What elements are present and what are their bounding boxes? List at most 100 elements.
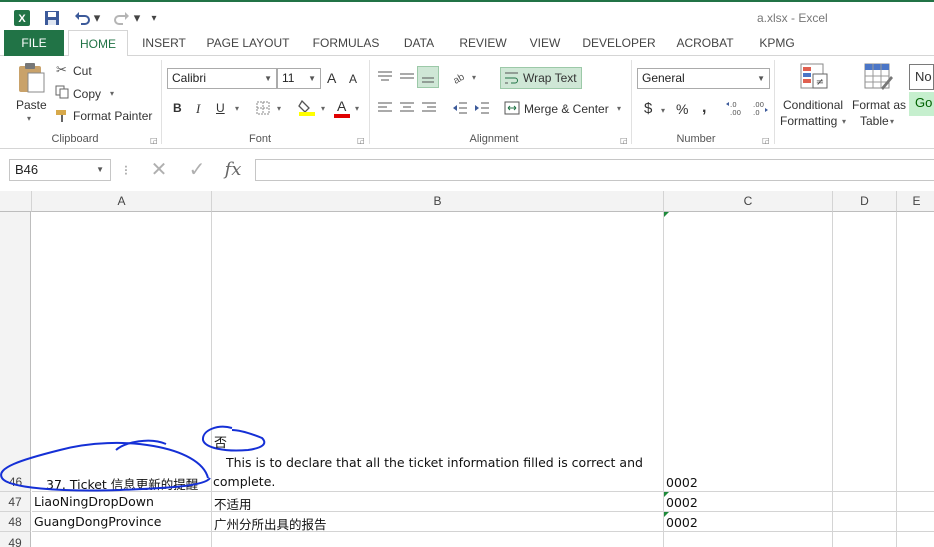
shrink-font-button[interactable]: A [349,72,357,86]
cut-button[interactable]: Cut [73,64,92,78]
format-as-table-label-1[interactable]: Format as [852,98,906,112]
font-launcher-icon[interactable]: ◲ [357,136,365,145]
tab-home[interactable]: HOME [68,30,128,57]
number-format-select[interactable]: General ▼ [637,68,770,89]
align-left-icon[interactable] [377,101,393,118]
decrease-decimal-icon[interactable]: .00.0 [750,99,768,120]
format-as-table-icon[interactable] [863,62,893,95]
orientation-icon[interactable]: ab [451,68,470,87]
comma-style-button[interactable]: , [702,99,706,117]
font-color-dropdown-icon[interactable]: ▾ [355,104,359,113]
tab-developer[interactable]: DEVELOPER [580,30,658,56]
column-header-e[interactable]: E [897,191,934,212]
cell-c48[interactable]: 0002 [666,515,698,530]
paste-dropdown-icon[interactable]: ▾ [27,114,31,123]
tab-formulas[interactable]: FORMULAS [305,30,387,56]
insert-function-icon[interactable]: fx [218,159,248,181]
cell-b46-line2[interactable]: complete. [213,474,275,489]
row-header-48[interactable]: 48 [0,512,31,532]
style-normal[interactable]: No [909,64,934,90]
increase-decimal-icon[interactable]: .0.00 [726,99,744,120]
enter-icon[interactable]: ✓ [184,159,210,181]
cut-icon[interactable]: ✂ [56,62,67,78]
fill-color-icon[interactable] [298,98,316,119]
currency-button[interactable]: $ [644,100,652,117]
copy-dropdown-icon[interactable]: ▾ [110,89,114,98]
percent-button[interactable]: % [676,101,688,117]
underline-dropdown-icon[interactable]: ▾ [235,104,239,113]
currency-dropdown-icon[interactable]: ▾ [661,106,665,115]
column-header-a[interactable]: A [32,191,212,212]
undo-icon[interactable] [72,8,92,28]
grow-font-button[interactable]: A [327,70,336,86]
format-as-table-label-2[interactable]: Table [860,114,889,128]
number-launcher-icon[interactable]: ◲ [762,136,770,145]
borders-icon[interactable] [256,101,270,118]
paste-button[interactable]: Paste [16,98,47,112]
font-name-select[interactable]: Calibri ▼ [167,68,277,89]
conditional-formatting-dropdown-icon[interactable]: ▾ [842,117,846,126]
merge-center-dropdown-icon[interactable]: ▾ [617,104,621,113]
cell-b48[interactable]: 广州分所出具的报告 [214,514,327,533]
copy-button[interactable]: Copy [73,87,101,101]
orientation-dropdown-icon[interactable]: ▾ [472,73,476,82]
align-center-icon[interactable] [399,101,415,118]
alignment-launcher-icon[interactable]: ◲ [620,136,628,145]
underline-button[interactable]: U [216,101,225,115]
cell-a48[interactable]: GuangDongProvince [34,514,161,529]
borders-dropdown-icon[interactable]: ▾ [277,104,281,113]
column-header-d[interactable]: D [833,191,897,212]
tab-kpmg[interactable]: KPMG [752,30,802,56]
row-header-47[interactable]: 47 [0,492,31,512]
align-bottom-icon[interactable] [417,66,439,88]
tab-acrobat[interactable]: ACROBAT [670,30,740,56]
merge-center-icon[interactable] [504,101,520,118]
cancel-icon[interactable]: ✕ [146,159,172,181]
cell-a47[interactable]: LiaoNingDropDown [34,494,154,509]
format-painter-button[interactable]: Format Painter [73,109,152,123]
row-header-49[interactable]: 49 [0,532,31,547]
customize-quick-access-icon[interactable]: ▾ [148,8,160,28]
column-header-c[interactable]: C [664,191,833,212]
align-middle-icon[interactable] [399,70,415,87]
select-all-corner[interactable] [0,191,32,212]
tab-page-layout[interactable]: PAGE LAYOUT [202,30,294,56]
cell-a46[interactable]: 37. Ticket 信息更新的提醒 [46,474,198,493]
formula-input[interactable] [255,159,934,181]
paste-icon[interactable] [16,62,46,97]
cell-b46-line1[interactable]: This is to declare that all the ticket i… [226,455,643,470]
fill-color-dropdown-icon[interactable]: ▾ [321,104,325,113]
redo-icon[interactable] [112,8,132,28]
merge-center-button[interactable]: Merge & Center [524,102,609,116]
conditional-formatting-icon[interactable]: ≠ [799,62,829,95]
align-right-icon[interactable] [421,101,437,118]
name-box[interactable]: B46 ▼ [9,159,111,181]
decrease-indent-icon[interactable] [452,101,468,118]
conditional-formatting-label-2[interactable]: Formatting [780,114,837,128]
tab-file[interactable]: FILE [4,30,64,56]
tab-insert[interactable]: INSERT [136,30,192,56]
tab-data[interactable]: DATA [396,30,442,56]
copy-icon[interactable] [55,85,69,102]
save-icon[interactable] [42,8,62,28]
align-top-icon[interactable] [377,70,393,87]
format-as-table-dropdown-icon[interactable]: ▾ [890,117,894,126]
font-color-button[interactable]: A [337,98,346,114]
row-header-46[interactable]: 46 [0,212,31,492]
cell-c46[interactable]: 0002 [666,475,698,490]
cell-c47[interactable]: 0002 [666,495,698,510]
font-size-select[interactable]: 11 ▼ [277,68,321,89]
increase-indent-icon[interactable] [474,101,490,118]
column-header-b[interactable]: B [212,191,664,212]
cell-b47[interactable]: 不适用 [214,494,252,513]
bold-button[interactable]: B [173,101,182,115]
italic-button[interactable]: I [196,101,200,117]
style-good[interactable]: Go [909,92,934,116]
redo-dropdown-icon[interactable]: ▾ [132,8,142,28]
conditional-formatting-label-1[interactable]: Conditional [783,98,843,112]
format-painter-icon[interactable] [55,109,69,126]
tab-view[interactable]: VIEW [522,30,568,56]
tab-review[interactable]: REVIEW [454,30,512,56]
undo-dropdown-icon[interactable]: ▾ [92,8,102,28]
clipboard-launcher-icon[interactable]: ◲ [150,136,158,145]
